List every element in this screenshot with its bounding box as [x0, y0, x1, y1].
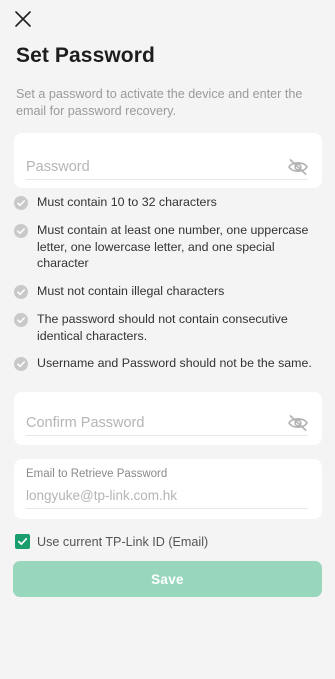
use-current-id-row[interactable]: Use current TP-Link ID (Email) — [15, 534, 208, 549]
rule-text: Must contain 10 to 32 characters — [37, 195, 217, 209]
rule-item: The password should not contain consecut… — [14, 311, 322, 344]
check-circle-icon — [14, 285, 28, 299]
rule-item: Username and Password should not be the … — [14, 355, 322, 372]
rule-text: The password should not contain consecut… — [37, 312, 288, 343]
save-button[interactable]: Save — [13, 561, 322, 597]
password-card — [14, 133, 322, 188]
eye-off-icon[interactable] — [287, 414, 309, 432]
checkbox-checked-icon[interactable] — [15, 534, 30, 549]
email-input[interactable] — [26, 486, 310, 504]
confirm-password-input[interactable] — [26, 414, 278, 432]
page-description: Set a password to activate the device an… — [16, 87, 303, 118]
use-current-id-label: Use current TP-Link ID (Email) — [37, 534, 209, 549]
email-underline — [26, 508, 308, 509]
email-card: Email to Retrieve Password — [14, 459, 322, 519]
close-icon[interactable] — [13, 9, 33, 29]
check-circle-icon — [14, 196, 28, 210]
check-circle-icon — [14, 313, 28, 327]
confirm-underline — [26, 435, 308, 436]
eye-off-icon[interactable] — [287, 158, 309, 176]
password-underline — [26, 179, 308, 180]
rule-text: Must contain at least one number, one up… — [37, 223, 309, 271]
email-label: Email to Retrieve Password — [26, 468, 168, 480]
page-title: Set Password — [16, 44, 155, 67]
check-circle-icon — [14, 224, 28, 238]
check-circle-icon — [14, 357, 28, 371]
rule-text: Username and Password should not be the … — [37, 356, 312, 370]
rule-item: Must contain 10 to 32 characters — [14, 194, 322, 211]
set-password-screen: Set Password Set a password to activate … — [0, 0, 335, 679]
rule-item: Must not contain illegal characters — [14, 283, 322, 300]
confirm-password-card — [14, 392, 322, 445]
rule-item: Must contain at least one number, one up… — [14, 222, 322, 272]
password-input[interactable] — [26, 158, 278, 176]
rule-text: Must not contain illegal characters — [37, 284, 225, 298]
